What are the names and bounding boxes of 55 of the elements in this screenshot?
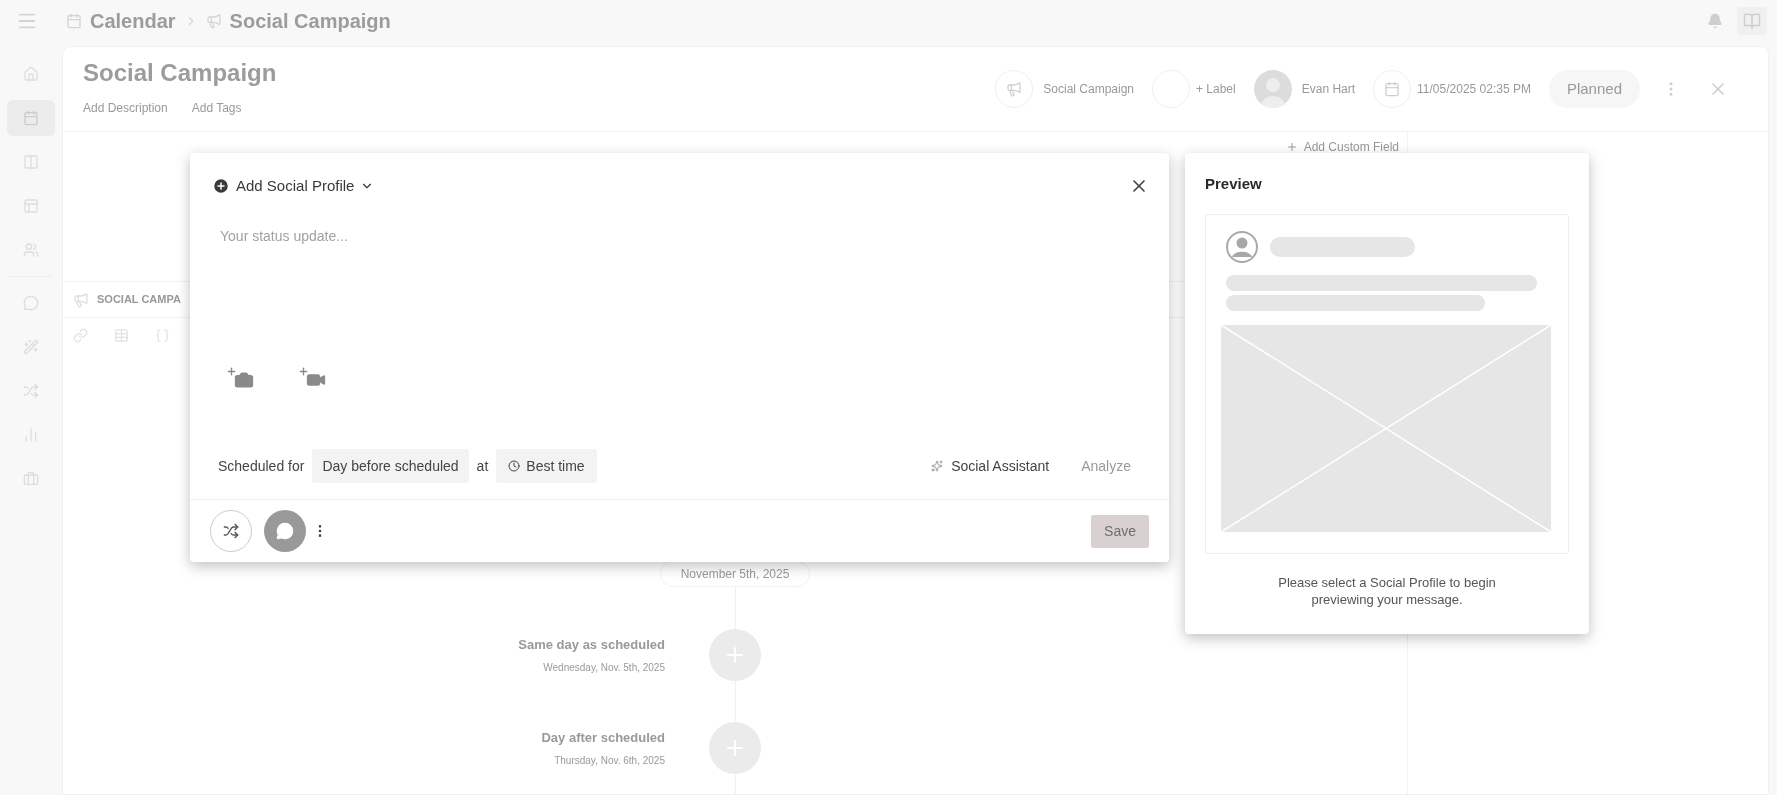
preview-message: Please select a Social Profile to begin previewing your message. (1277, 573, 1497, 608)
add-social-profile-button[interactable]: Add Social Profile (212, 175, 375, 198)
avatar-icon[interactable] (1253, 70, 1292, 108)
add-photo-icon[interactable] (226, 365, 254, 390)
social-assistant-button[interactable]: Social Assistant (931, 455, 1050, 477)
owner-name: Evan Hart (1301, 81, 1356, 98)
bell-icon[interactable] (1707, 13, 1723, 29)
campaign-title: Social Campaign (83, 61, 277, 85)
breadcrumb-link[interactable]: Social Campaign (229, 6, 391, 36)
step-title: Day after scheduled (541, 728, 665, 747)
schedule-dropdown[interactable]: Day before scheduled (312, 449, 469, 483)
plus-icon (1285, 140, 1298, 153)
megaphone-icon (1006, 81, 1023, 97)
campaign-type-label: Social Campaign (1043, 81, 1134, 98)
step-date: Thursday, Nov. 6th, 2025 (554, 754, 665, 769)
status-button[interactable]: Planned (1548, 70, 1640, 108)
megaphone-icon (73, 291, 89, 308)
preview-title: Preview (1205, 174, 1263, 194)
layout-icon (23, 198, 39, 214)
bar-chart-icon (23, 427, 39, 443)
speech-bubble-icon (276, 522, 294, 540)
home-icon (23, 66, 39, 82)
status-input[interactable]: Your status update... (220, 225, 1147, 346)
step-date: Wednesday, Nov. 5th, 2025 (543, 661, 665, 676)
users-icon (23, 242, 39, 258)
add-label-link[interactable]: + Label (1196, 80, 1236, 98)
briefcase-icon (23, 471, 39, 487)
book-button[interactable] (1737, 7, 1767, 35)
book-icon (1743, 12, 1761, 30)
megaphone-icon (205, 13, 222, 29)
link-icon[interactable] (73, 328, 88, 344)
calendar-icon (66, 13, 82, 29)
table-icon[interactable] (114, 328, 129, 344)
comment-button[interactable] (264, 510, 306, 552)
time-dropdown[interactable]: Best time (496, 449, 597, 483)
step-title: Same day as scheduled (518, 635, 665, 654)
clock-icon (508, 460, 521, 472)
user-icon (1226, 230, 1258, 263)
chat-icon (23, 295, 39, 311)
add-tags-link[interactable]: Add Tags (191, 99, 242, 117)
section-title: SOCIAL CAMPA (97, 292, 181, 308)
calendar-icon (23, 110, 39, 126)
sidebar-item[interactable] (7, 100, 55, 136)
scheduled-label: Scheduled for (218, 456, 305, 476)
scheduled-date: 11/05/2025 02:35 PM (1417, 81, 1531, 98)
plus-circle-icon (212, 177, 230, 196)
braces-icon[interactable] (155, 328, 170, 344)
add-description-link[interactable]: Add Description (83, 99, 168, 117)
calendar-icon (1384, 81, 1401, 97)
columns-icon (23, 154, 39, 170)
shuffle-icon (23, 383, 39, 399)
breadcrumb-link[interactable]: Calendar (90, 6, 176, 36)
add-custom-field-button[interactable]: Add Custom Field (1285, 137, 1399, 156)
at-label: at (476, 456, 489, 476)
shuffle-icon (223, 523, 239, 539)
